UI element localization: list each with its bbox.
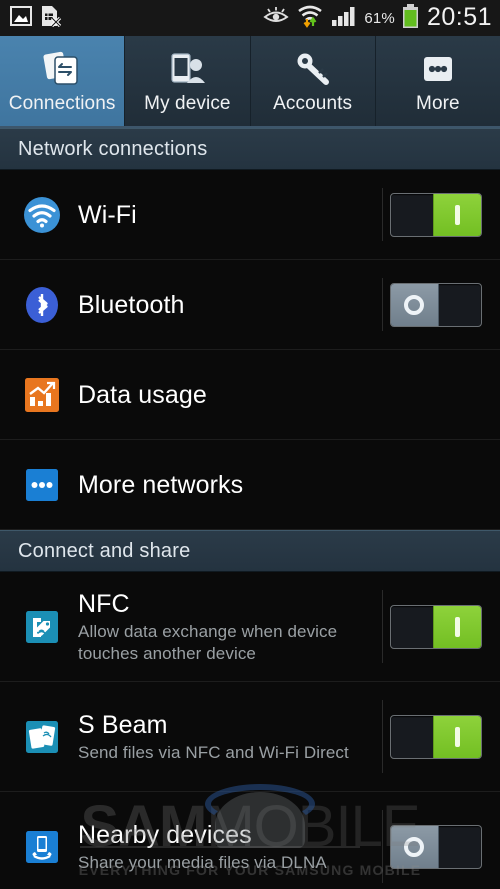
status-bar: 61% 20:51 xyxy=(0,0,500,36)
list-item-labels: S Beam Send files via NFC and Wi-Fi Dire… xyxy=(62,710,382,764)
tab-connections-label: Connections xyxy=(8,93,116,114)
list-item-labels: Bluetooth xyxy=(62,290,382,320)
image-icon xyxy=(10,5,32,31)
toggle-thumb xyxy=(433,715,481,758)
list-item-subtitle: Send files via NFC and Wi-Fi Direct xyxy=(78,742,349,762)
signal-bars-icon xyxy=(331,5,357,32)
list-item-nearby-devices[interactable]: Nearby devices Share your media files vi… xyxy=(0,792,500,889)
toggle-thumb xyxy=(391,825,439,868)
list-item-wifi[interactable]: Wi-Fi xyxy=(0,170,500,260)
toggle-cell xyxy=(382,792,500,889)
toggle-cell xyxy=(382,682,500,791)
battery-icon xyxy=(402,3,419,33)
tab-my-device-label: My device xyxy=(144,93,231,114)
tab-accounts[interactable]: Accounts xyxy=(250,36,376,126)
wifi-transfer-icon xyxy=(296,4,324,33)
toggle-off-glyph xyxy=(404,836,425,857)
section-header-network-connections: Network connections xyxy=(0,128,500,170)
nfc-toggle[interactable] xyxy=(390,604,482,649)
toggle-on-glyph xyxy=(455,204,461,225)
s-beam-icon xyxy=(22,717,62,757)
list-item-labels: Data usage xyxy=(62,380,500,410)
list-item-labels: Wi-Fi xyxy=(62,200,382,230)
list-item-title: NFC xyxy=(78,589,130,618)
list-item-title: Wi-Fi xyxy=(78,200,137,229)
list-item-subtitle: Share your media files via DLNA xyxy=(78,852,327,872)
tab-connections[interactable]: Connections xyxy=(0,36,126,126)
list-item-labels: NFC Allow data exchange when device touc… xyxy=(62,589,382,665)
my-device-icon xyxy=(167,48,207,90)
list-item-subtitle: Allow data exchange when device touches … xyxy=(78,621,338,663)
tab-more-label: More xyxy=(416,93,460,114)
section-header-label: Connect and share xyxy=(18,539,191,562)
list-item-title: Bluetooth xyxy=(78,290,185,319)
list-item-title: Data usage xyxy=(78,380,207,409)
list-item-title: S Beam xyxy=(78,710,168,739)
wifi-icon xyxy=(22,195,62,235)
toggle-cell xyxy=(382,170,500,259)
clock-label: 20:51 xyxy=(426,2,492,31)
nearby-devices-icon xyxy=(22,827,62,867)
sim-card-removed-icon xyxy=(40,5,62,32)
more-networks-icon xyxy=(22,465,62,505)
toggle-cell xyxy=(382,572,500,681)
toggle-thumb xyxy=(391,283,439,326)
list-item-labels: Nearby devices Share your media files vi… xyxy=(62,820,382,874)
tab-more[interactable]: More xyxy=(375,36,500,126)
section-header-connect-and-share: Connect and share xyxy=(0,530,500,572)
list-item-labels: More networks xyxy=(62,470,500,500)
tab-accounts-label: Accounts xyxy=(273,93,353,114)
s-beam-toggle[interactable] xyxy=(390,714,482,759)
toggle-on-glyph xyxy=(455,726,461,747)
nearby-devices-toggle[interactable] xyxy=(390,824,482,869)
status-bar-right-icons: 61% 20:51 xyxy=(263,2,492,33)
tab-bar: Connections My device Accounts More xyxy=(0,36,500,128)
toggle-thumb xyxy=(433,193,481,236)
list-item-s-beam[interactable]: S Beam Send files via NFC and Wi-Fi Dire… xyxy=(0,682,500,792)
list-item-nfc[interactable]: NFC Allow data exchange when device touc… xyxy=(0,572,500,682)
connections-icon xyxy=(42,48,82,90)
wifi-toggle[interactable] xyxy=(390,192,482,237)
settings-list: Network connections Wi-Fi Bluetooth Data… xyxy=(0,128,500,889)
toggle-cell xyxy=(382,260,500,349)
list-item-title: Nearby devices xyxy=(78,820,252,849)
battery-percent-label: 61% xyxy=(364,9,395,27)
tab-my-device[interactable]: My device xyxy=(125,36,251,126)
eye-icon xyxy=(263,6,289,31)
more-dots-icon xyxy=(418,48,458,90)
list-item-title: More networks xyxy=(78,470,244,499)
section-header-label: Network connections xyxy=(18,137,208,160)
toggle-on-glyph xyxy=(455,616,461,637)
nfc-icon xyxy=(22,607,62,647)
bluetooth-icon xyxy=(22,285,62,325)
bluetooth-toggle[interactable] xyxy=(390,282,482,327)
phone-screen: 61% 20:51 Connections My device Accounts… xyxy=(0,0,500,889)
status-bar-left-icons xyxy=(10,5,62,32)
list-item-data-usage[interactable]: Data usage xyxy=(0,350,500,440)
accounts-key-icon xyxy=(293,48,333,90)
data-usage-icon xyxy=(22,375,62,415)
list-item-bluetooth[interactable]: Bluetooth xyxy=(0,260,500,350)
list-item-more-networks[interactable]: More networks xyxy=(0,440,500,530)
toggle-off-glyph xyxy=(404,294,425,315)
toggle-thumb xyxy=(433,605,481,648)
